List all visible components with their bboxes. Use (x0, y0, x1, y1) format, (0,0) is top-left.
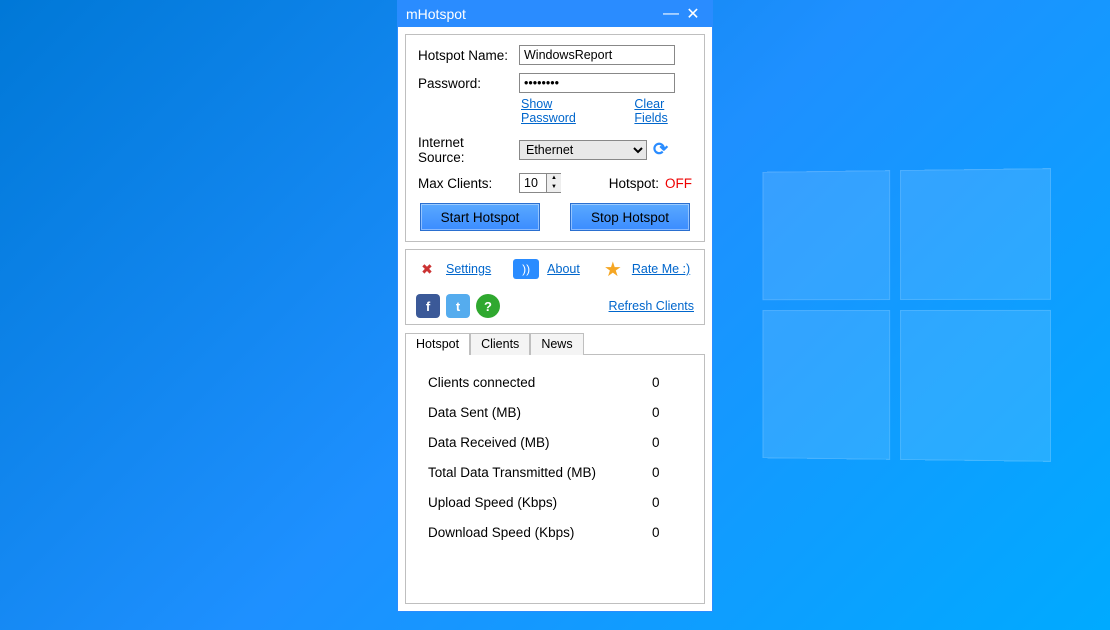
links-panel: ✖ Settings )) About ★ Rate Me :) f t ? R… (405, 249, 705, 325)
internet-source-select[interactable]: Ethernet (519, 140, 647, 160)
stat-value: 0 (652, 465, 682, 480)
tab-bar: Hotspot Clients News (405, 333, 705, 355)
stepper-down[interactable]: ▼ (547, 183, 561, 192)
refresh-clients-link[interactable]: Refresh Clients (609, 299, 694, 313)
hotspot-status-value: OFF (665, 176, 692, 191)
internet-source-label: Internet Source: (418, 135, 513, 165)
refresh-sources-icon[interactable]: ⟳ (653, 140, 673, 160)
title-bar[interactable]: mHotspot — ✕ (398, 1, 712, 27)
stat-label: Data Sent (MB) (428, 405, 521, 420)
stat-label: Data Received (MB) (428, 435, 550, 450)
help-icon[interactable]: ? (476, 294, 500, 318)
stat-label: Download Speed (Kbps) (428, 525, 574, 540)
stat-row: Upload Speed (Kbps) 0 (428, 495, 682, 510)
stat-value: 0 (652, 525, 682, 540)
stat-label: Total Data Transmitted (MB) (428, 465, 596, 480)
password-input[interactable] (519, 73, 675, 93)
tab-clients[interactable]: Clients (470, 333, 530, 355)
max-clients-input[interactable] (520, 174, 546, 192)
windows-logo (763, 168, 1051, 462)
stat-row: Total Data Transmitted (MB) 0 (428, 465, 682, 480)
app-window: mHotspot — ✕ Hotspot Name: Password: Sho… (397, 0, 713, 612)
wifi-icon: )) (513, 259, 539, 279)
stat-label: Upload Speed (Kbps) (428, 495, 557, 510)
stat-value: 0 (652, 375, 682, 390)
settings-link[interactable]: Settings (446, 262, 491, 276)
stat-row: Download Speed (Kbps) 0 (428, 525, 682, 540)
tab-news[interactable]: News (530, 333, 583, 355)
hotspot-tab-panel: Clients connected 0 Data Sent (MB) 0 Dat… (405, 354, 705, 604)
facebook-icon[interactable]: f (416, 294, 440, 318)
config-panel: Hotspot Name: Password: Show Password Cl… (405, 34, 705, 242)
max-clients-label: Max Clients: (418, 176, 513, 191)
password-label: Password: (418, 76, 513, 91)
hotspot-status-label: Hotspot: (609, 176, 659, 191)
stat-row: Data Received (MB) 0 (428, 435, 682, 450)
max-clients-stepper[interactable]: ▲ ▼ (519, 173, 561, 193)
stat-label: Clients connected (428, 375, 535, 390)
tab-hotspot[interactable]: Hotspot (405, 333, 470, 355)
stop-hotspot-button[interactable]: Stop Hotspot (570, 203, 690, 231)
clear-fields-link[interactable]: Clear Fields (634, 97, 692, 125)
rate-link[interactable]: Rate Me :) (632, 262, 690, 276)
show-password-link[interactable]: Show Password (521, 97, 598, 125)
stat-row: Clients connected 0 (428, 375, 682, 390)
about-link[interactable]: About (547, 262, 580, 276)
twitter-icon[interactable]: t (446, 294, 470, 318)
star-icon: ★ (602, 258, 624, 280)
hotspot-name-label: Hotspot Name: (418, 48, 513, 63)
stepper-up[interactable]: ▲ (547, 174, 561, 183)
stat-row: Data Sent (MB) 0 (428, 405, 682, 420)
minimize-button[interactable]: — (660, 5, 682, 23)
stat-value: 0 (652, 435, 682, 450)
stat-value: 0 (652, 495, 682, 510)
start-hotspot-button[interactable]: Start Hotspot (420, 203, 540, 231)
hotspot-name-input[interactable] (519, 45, 675, 65)
settings-icon: ✖ (416, 258, 438, 280)
stat-value: 0 (652, 405, 682, 420)
close-button[interactable]: ✕ (682, 4, 704, 24)
window-title: mHotspot (406, 6, 660, 22)
